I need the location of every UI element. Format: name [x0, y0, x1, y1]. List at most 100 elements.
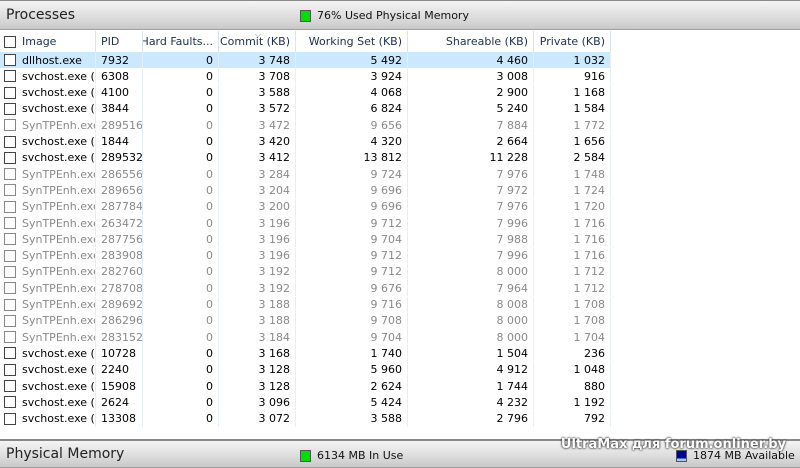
cell-process-name: SynTPEnh.exe [0, 182, 96, 199]
cell-shareable: 8 008 [408, 296, 534, 313]
cell-commit: 3 284 [219, 166, 296, 183]
row-checkbox[interactable] [4, 86, 16, 99]
row-checkbox[interactable] [4, 412, 16, 425]
row-checkbox[interactable] [4, 363, 16, 376]
row-checkbox[interactable] [4, 200, 16, 213]
table-row[interactable]: svchost.exe (...630803 7083 9243 008916 [0, 68, 611, 85]
cell-shareable: 4 460 [408, 52, 534, 68]
cell-private: 1 712 [534, 263, 611, 280]
cell-pid: 7932 [96, 52, 143, 68]
row-checkbox[interactable] [4, 184, 16, 197]
row-checkbox[interactable] [4, 135, 16, 148]
row-checkbox[interactable] [4, 347, 16, 360]
table-row[interactable]: svchost.exe (...1590803 1282 6241 744880 [0, 378, 611, 394]
cell-commit: 3 196 [219, 247, 296, 264]
table-row[interactable]: SynTPEnh.exe 278708 0 3 192 9 676 7 964 1 712 [0, 280, 611, 297]
cell-process-name: SynTPEnh.exe [0, 280, 96, 297]
column-working-set[interactable]: Working Set (KB) [296, 31, 408, 52]
column-hard-faults[interactable]: Hard Faults... [143, 31, 219, 52]
table-row[interactable]: SynTPEnh.exe 283152 0 3 184 9 704 8 000 1 704 [0, 329, 611, 346]
row-checkbox[interactable] [4, 298, 16, 311]
row-checkbox[interactable] [4, 54, 16, 66]
cell-process-name: svchost.exe (... [0, 345, 96, 362]
table-row[interactable]: svchost.exe (...384403 5726 8245 2401 58… [0, 100, 611, 117]
cell-pid: 263472 [96, 215, 143, 231]
cell-commit: 3 420 [219, 133, 296, 150]
cell-working-set: 9 716 [296, 296, 408, 313]
table-row[interactable]: svchost.exe (...262403 0965 4244 2321 19… [0, 394, 611, 411]
select-all-checkbox[interactable] [4, 35, 16, 48]
row-checkbox[interactable] [4, 233, 16, 246]
table-row[interactable]: SynTPEnh.exe 289656 0 3 204 9 696 7 972 1 724 [0, 182, 611, 199]
cell-commit: 3 192 [219, 280, 296, 297]
processes-section-header[interactable]: Processes 76% Used Physical Memory [0, 0, 800, 30]
row-checkbox[interactable] [4, 151, 16, 164]
row-checkbox[interactable] [4, 265, 16, 278]
cell-hard-faults: 0 [143, 345, 219, 362]
table-row[interactable]: SynTPEnh.exe 289516 0 3 472 9 656 7 884 1 772 [0, 117, 611, 134]
table-row[interactable]: SynTPEnh.exe 286556 0 3 284 9 724 7 976 1 748 [0, 166, 611, 183]
row-checkbox[interactable] [4, 314, 16, 327]
cell-shareable: 7 972 [408, 182, 534, 199]
column-image[interactable]: Image [0, 31, 96, 52]
row-checkbox[interactable] [4, 396, 16, 409]
cell-working-set: 3 588 [296, 410, 408, 427]
cell-commit: 3 096 [219, 394, 296, 411]
row-checkbox[interactable] [4, 168, 16, 181]
cell-shareable: 7 964 [408, 280, 534, 297]
cell-shareable: 4 232 [408, 394, 534, 411]
cell-pid: 287756 [96, 231, 143, 248]
column-pid[interactable]: PID [96, 31, 143, 52]
column-shareable[interactable]: Shareable (KB) [408, 31, 534, 52]
cell-commit: 3 188 [219, 312, 296, 329]
cell-private: 1 716 [534, 247, 611, 264]
table-row[interactable]: SynTPEnh.exe 263472 0 3 196 9 712 7 996 1 716 [0, 215, 611, 231]
table-row[interactable]: SynTPEnh.exe 282760 0 3 192 9 712 8 000 1 712 [0, 263, 611, 280]
cell-working-set: 9 696 [296, 198, 408, 215]
cell-private: 1 032 [534, 52, 611, 68]
cell-process-name: dllhost.exe [0, 52, 96, 68]
cell-commit: 3 072 [219, 410, 296, 427]
table-row[interactable]: SynTPEnh.exe 287784 0 3 200 9 696 7 976 1 720 [0, 198, 611, 215]
cell-commit: 3 128 [219, 361, 296, 378]
table-row[interactable]: svchost.exe (...1330803 0723 5882 796792 [0, 410, 611, 427]
cell-pid: 289692 [96, 296, 143, 313]
cell-hard-faults: 0 [143, 100, 219, 117]
column-private[interactable]: Private (KB) [534, 31, 611, 52]
table-row[interactable]: SynTPEnh.exe 289692 0 3 188 9 716 8 008 1 708 [0, 296, 611, 313]
cell-commit: 3 184 [219, 329, 296, 346]
row-checkbox[interactable] [4, 119, 16, 132]
process-name-label: SynTPEnh.exe [22, 330, 96, 344]
cell-process-name: svchost.exe (... [0, 84, 96, 101]
cell-shareable: 1 504 [408, 345, 534, 362]
cell-hard-faults: 0 [143, 84, 219, 101]
table-row[interactable]: SynTPEnh.exe 286296 0 3 188 9 708 8 000 1 708 [0, 312, 611, 329]
row-checkbox[interactable] [4, 249, 16, 262]
row-checkbox[interactable] [4, 380, 16, 392]
cell-pid: 289516 [96, 117, 143, 134]
row-checkbox[interactable] [4, 217, 16, 229]
row-checkbox[interactable] [4, 102, 16, 115]
cell-shareable: 7 884 [408, 117, 534, 134]
table-row[interactable]: svchost.exe (...1072803 1681 7401 504236 [0, 345, 611, 362]
row-checkbox[interactable] [4, 331, 16, 344]
cell-shareable: 7 976 [408, 166, 534, 183]
cell-pid: 6308 [96, 68, 143, 85]
table-row[interactable]: svchost.exe (...184403 4204 3202 6641 65… [0, 133, 611, 150]
table-row[interactable]: SynTPEnh.exe 287756 0 3 196 9 704 7 988 1 716 [0, 231, 611, 248]
cell-commit: 3 708 [219, 68, 296, 85]
cell-shareable: 3 008 [408, 68, 534, 85]
table-row[interactable]: svchost.exe (...28953203 41213 81211 228… [0, 149, 611, 166]
row-checkbox[interactable] [4, 70, 16, 83]
cell-private: 916 [534, 68, 611, 85]
cell-process-name: svchost.exe (... [0, 361, 96, 378]
process-name-label: svchost.exe (... [22, 395, 95, 409]
cell-hard-faults: 0 [143, 52, 219, 68]
table-row[interactable]: svchost.exe (...410003 5884 0682 9001 16… [0, 84, 611, 101]
cell-hard-faults: 0 [143, 247, 219, 264]
table-row[interactable]: SynTPEnh.exe 283908 0 3 196 9 712 7 996 1 716 [0, 247, 611, 264]
table-row[interactable]: dllhost.exe 7932 0 3 748 5 492 4 460 1 032 [0, 52, 611, 68]
table-row[interactable]: svchost.exe (...224003 1285 9604 9121 04… [0, 361, 611, 378]
row-checkbox[interactable] [4, 282, 16, 295]
cell-private: 1 656 [534, 133, 611, 150]
